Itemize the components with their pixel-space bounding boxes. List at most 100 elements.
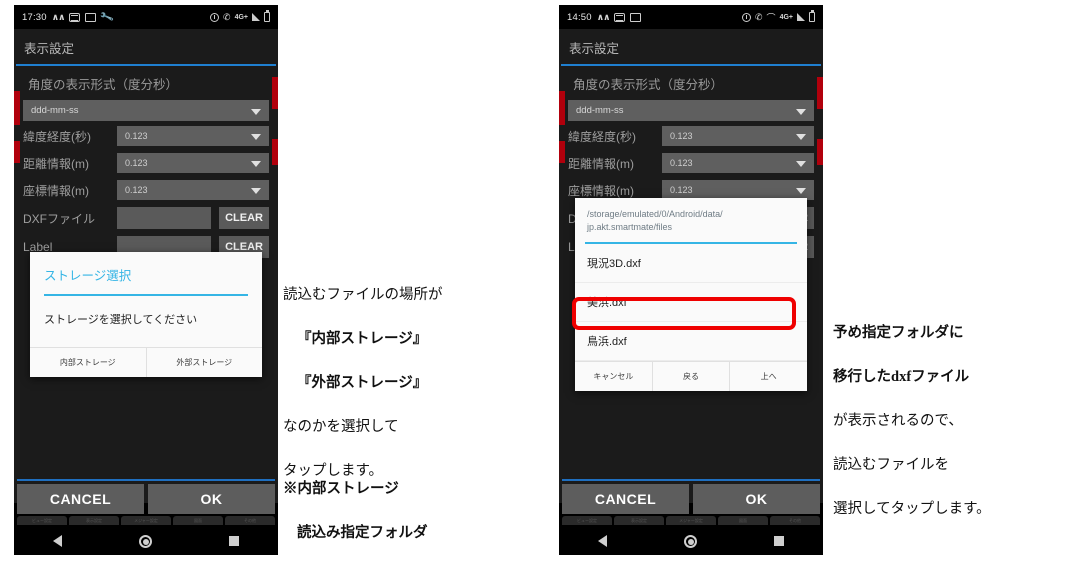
- latlon-value: 0.123: [125, 131, 148, 141]
- chevron-down-icon: [251, 108, 261, 115]
- vibrate-icon: ✆: [755, 11, 763, 22]
- chevron-down-icon: [796, 108, 806, 115]
- chevron-down-icon: [796, 161, 806, 167]
- list-item[interactable]: 現況3D.dxf: [575, 244, 807, 283]
- annotation-line: 予め指定フォルダに: [833, 325, 964, 342]
- coordinate-value: 0.123: [125, 185, 148, 195]
- row-label-latlon: 緯度経度(秒): [568, 129, 636, 144]
- page-title: 表示設定: [24, 42, 75, 56]
- page-title: 表示設定: [569, 42, 620, 56]
- cancel-button[interactable]: CANCEL: [562, 484, 689, 514]
- wrench-icon: 🔧: [99, 9, 116, 25]
- alarm-icon: [742, 12, 751, 22]
- status-bar-right: 14:50 ∧∧ ✆ ⌒ 4G+: [559, 5, 823, 29]
- distance-spinner[interactable]: 0.123: [117, 153, 269, 173]
- battery-icon: [264, 10, 270, 22]
- vibrate-icon: ✆: [223, 11, 231, 22]
- row-label-latlon: 緯度経度(秒): [23, 129, 91, 144]
- battery-icon: [809, 10, 815, 22]
- angle-format-value: ddd-mm-ss: [576, 105, 624, 116]
- status-time: 14:50: [567, 11, 592, 23]
- internal-storage-button[interactable]: 内部ストレージ: [30, 348, 146, 377]
- sms-icon: [69, 12, 81, 22]
- action-bar: CANCEL OK: [14, 479, 278, 519]
- angle-format-spinner[interactable]: ddd-mm-ss: [568, 100, 814, 121]
- path-line-2: jp.akt.smartmate/files: [587, 222, 673, 233]
- file-picker-dialog: /storage/emulated/0/Android/data/ jp.akt…: [575, 198, 807, 391]
- angle-format-spinner[interactable]: ddd-mm-ss: [23, 100, 269, 121]
- edge-marker-left-2: [14, 141, 20, 163]
- edge-marker-right-1: [817, 77, 823, 109]
- row-coordinate: 座標情報(m) 0.123: [559, 180, 823, 200]
- row-distance: 距離情報(m) 0.123: [14, 153, 278, 173]
- row-label-distance: 距離情報(m): [568, 156, 634, 171]
- home-icon[interactable]: [138, 534, 152, 548]
- annotation-right: 予め指定フォルダに 移行したdxfファイル が表示されるので、 読込むファイルを…: [833, 300, 991, 542]
- dialog-buttons: キャンセル 戻る 上へ: [575, 360, 807, 391]
- annotation-line: 『外部ストレージ』: [297, 375, 428, 392]
- row-label-distance: 距離情報(m): [23, 156, 89, 171]
- row-coordinate: 座標情報(m) 0.123: [14, 180, 278, 200]
- photo-icon: [85, 12, 97, 22]
- status-bar-left-icons: 17:30 ∧∧ 🔧: [22, 9, 116, 25]
- up-button[interactable]: 上へ: [729, 361, 807, 391]
- row-label-dxf: DXFファイル: [23, 211, 96, 226]
- list-item-selected[interactable]: 鳥浜.dxf: [575, 322, 807, 361]
- dxf-clear-button[interactable]: CLEAR: [219, 207, 269, 229]
- row-label-coordinate: 座標情報(m): [23, 183, 89, 198]
- section-header: 角度の表示形式（度分秒）: [559, 66, 823, 100]
- distance-value: 0.123: [670, 158, 693, 168]
- annotation-line: が表示されるので、: [833, 413, 963, 430]
- status-time: 17:30: [22, 11, 47, 23]
- action-bar-divider: [562, 479, 820, 481]
- back-button[interactable]: 戻る: [651, 361, 730, 391]
- chevron-down-icon: [251, 161, 261, 167]
- dxf-file-input[interactable]: [117, 207, 212, 229]
- row-dxf-file: DXFファイル CLEAR: [14, 207, 278, 229]
- storage-select-dialog: ストレージ選択 ストレージを選択してください 内部ストレージ 外部ストレージ: [30, 252, 262, 377]
- headset-icon: ⌒: [766, 12, 776, 23]
- annotation-line: ※内部ストレージ: [283, 481, 399, 498]
- latlon-value: 0.123: [670, 131, 693, 141]
- path-line-1: /storage/emulated/0/Android/data/: [587, 209, 723, 219]
- latlon-spinner[interactable]: 0.123: [662, 126, 814, 146]
- row-distance: 距離情報(m) 0.123: [559, 153, 823, 173]
- edge-marker-right-2: [817, 139, 823, 165]
- alarm-icon: [210, 12, 220, 22]
- distance-spinner[interactable]: 0.123: [662, 153, 814, 173]
- annotation-line: 選択してタップします。: [833, 501, 991, 518]
- list-item[interactable]: 美浜.dxf: [575, 283, 807, 322]
- chevron-down-icon: [796, 134, 806, 140]
- signal-icon: [252, 13, 260, 21]
- back-icon[interactable]: [52, 535, 62, 547]
- latlon-spinner[interactable]: 0.123: [117, 126, 269, 146]
- phone-left: 17:30 ∧∧ 🔧 ✆ 4G+ 表示設定 角度の表示形式（度分秒） ddd-m…: [14, 5, 278, 555]
- distance-value: 0.123: [125, 158, 148, 168]
- phone-right: 14:50 ∧∧ ✆ ⌒ 4G+ 表示設定 角度の表示形式（度分秒） ddd-m…: [559, 5, 823, 555]
- section-header: 角度の表示形式（度分秒）: [14, 66, 278, 100]
- home-icon[interactable]: [683, 534, 697, 548]
- status-bar-left: 17:30 ∧∧ 🔧 ✆ 4G+: [14, 5, 278, 29]
- coordinate-spinner[interactable]: 0.123: [117, 180, 269, 200]
- network-label: 4G+: [779, 13, 793, 21]
- status-bar-right-icons: ✆ 4G+: [210, 5, 270, 29]
- recents-icon[interactable]: [774, 536, 785, 546]
- status-bar-left-icons: 14:50 ∧∧: [567, 11, 642, 23]
- current-path: /storage/emulated/0/Android/data/ jp.akt…: [575, 198, 807, 242]
- cancel-button[interactable]: CANCEL: [17, 484, 144, 514]
- edge-marker-left-1: [14, 91, 20, 125]
- annotation-line: 移行したdxfファイル: [833, 369, 970, 386]
- back-icon[interactable]: [597, 535, 607, 547]
- cancel-button[interactable]: キャンセル: [575, 362, 652, 391]
- status-bar-right-icons: ✆ ⌒ 4G+: [742, 5, 815, 29]
- recents-icon[interactable]: [229, 536, 240, 546]
- row-label-coordinate: 座標情報(m): [568, 183, 634, 198]
- external-storage-button[interactable]: 外部ストレージ: [145, 348, 263, 377]
- ok-button[interactable]: OK: [148, 484, 275, 514]
- android-navbar: [14, 527, 278, 555]
- coordinate-spinner[interactable]: 0.123: [662, 180, 814, 200]
- ok-button[interactable]: OK: [693, 484, 820, 514]
- edge-marker-left-1: [559, 91, 565, 125]
- annotation-line: 読込むファイルの場所が: [283, 287, 443, 304]
- chevron-down-icon: [251, 134, 261, 140]
